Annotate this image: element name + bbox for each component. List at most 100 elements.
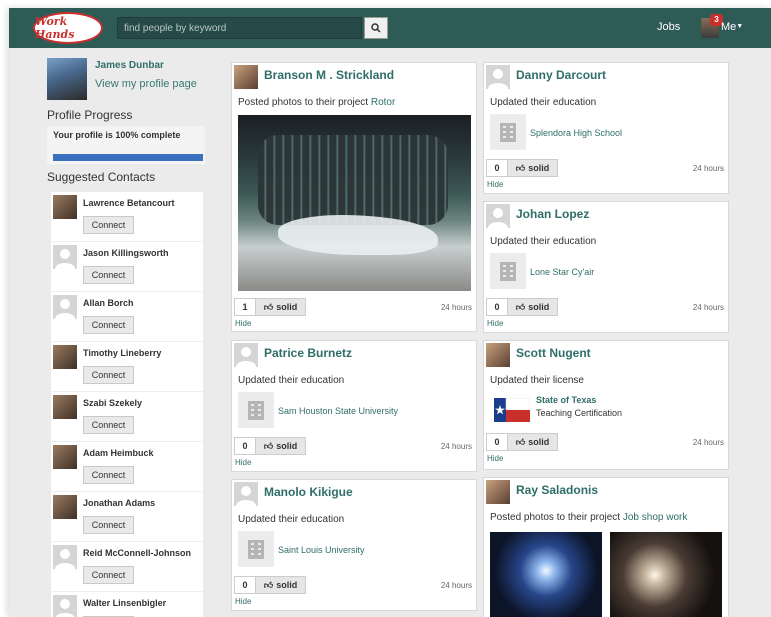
contact-name[interactable]: Jason Killingsworth <box>83 248 169 258</box>
contact-avatar[interactable] <box>53 545 77 569</box>
default-user-icon <box>55 599 75 617</box>
school-link[interactable]: Splendora High School <box>530 128 622 138</box>
app-frame: Work Hands Jobs 3 Me▼ James Dunbar View … <box>9 8 771 617</box>
suggested-contact: Adam Heimbuck Connect <box>51 442 203 492</box>
card-avatar[interactable] <box>234 343 258 367</box>
card-avatar[interactable] <box>234 65 258 89</box>
solid-button[interactable]: 👍︎ solid <box>255 299 305 315</box>
project-photo[interactable] <box>610 532 722 617</box>
card-action: Posted photos to their project Job shop … <box>490 512 687 523</box>
card-author[interactable]: Johan Lopez <box>516 207 589 221</box>
jobs-link[interactable]: Jobs <box>657 21 680 33</box>
search-input[interactable] <box>117 17 362 39</box>
top-navbar: Work Hands Jobs 3 Me▼ <box>9 8 771 48</box>
profile-name[interactable]: James Dunbar <box>95 60 164 71</box>
project-link[interactable]: Rotor <box>371 97 395 108</box>
contact-name[interactable]: Allan Borch <box>83 298 134 308</box>
view-profile-link[interactable]: View my profile page <box>95 78 197 90</box>
logo-text: Work Hands <box>35 15 75 41</box>
card-avatar[interactable] <box>234 482 258 506</box>
profile-progress-title: Profile Progress <box>47 108 133 122</box>
solid-button[interactable]: 👍︎ solid <box>507 299 557 315</box>
default-user-icon <box>55 299 75 319</box>
contact-name[interactable]: Walter Linsenbigler <box>83 598 166 608</box>
card-avatar[interactable] <box>486 204 510 228</box>
card-author[interactable]: Ray Saladonis <box>516 483 598 497</box>
progress-track <box>53 154 203 161</box>
hide-link[interactable]: Hide <box>235 458 251 467</box>
contact-avatar[interactable] <box>53 395 77 419</box>
connect-button[interactable]: Connect <box>83 366 134 384</box>
solid-count: 1 <box>235 299 255 315</box>
card-action: Updated their license <box>490 375 584 386</box>
contact-avatar[interactable] <box>53 595 77 617</box>
profile-photo[interactable] <box>47 58 87 100</box>
contact-avatar[interactable] <box>53 495 77 519</box>
card-avatar[interactable] <box>486 343 510 367</box>
contact-name[interactable]: Jonathan Adams <box>83 498 155 508</box>
solid-label: solid <box>528 302 550 312</box>
project-photo[interactable] <box>490 532 602 617</box>
connect-button[interactable]: Connect <box>83 466 134 484</box>
license-issuer-link[interactable]: State of Texas <box>536 395 596 405</box>
project-link[interactable]: Job shop work <box>623 512 687 523</box>
search-button[interactable] <box>364 17 388 39</box>
connect-button[interactable]: Connect <box>83 416 134 434</box>
contact-avatar[interactable] <box>53 195 77 219</box>
hide-link[interactable]: Hide <box>235 597 251 606</box>
contact-avatar[interactable] <box>53 445 77 469</box>
default-user-icon <box>488 69 508 89</box>
school-building-icon <box>238 392 274 428</box>
suggested-contact: Walter LinsenbiglerConnect <box>51 592 203 617</box>
solid-count: 0 <box>487 299 507 315</box>
hide-link[interactable]: Hide <box>235 319 251 328</box>
solid-vote: 0 👍︎ solid <box>234 437 306 455</box>
connect-button[interactable]: Connect <box>83 216 134 234</box>
card-avatar[interactable] <box>486 65 510 89</box>
timestamp: 24 hours <box>692 303 724 312</box>
school-link[interactable]: Saint Louis University <box>278 545 365 555</box>
connect-button[interactable]: Connect <box>83 566 134 584</box>
solid-vote: 1 👍︎ solid <box>234 298 306 316</box>
contact-name[interactable]: Lawrence Betancourt <box>83 198 175 208</box>
card-avatar[interactable] <box>486 480 510 504</box>
me-menu[interactable]: Me▼ <box>721 21 743 33</box>
contact-name[interactable]: Szabi Szekely <box>83 398 142 408</box>
connect-button[interactable]: Connect <box>83 316 134 334</box>
suggested-contact: Szabi Szekely Connect <box>51 392 203 442</box>
suggested-contact: Reid McConnell-Johnson Connect <box>51 542 203 592</box>
solid-button[interactable]: 👍︎ solid <box>507 160 557 176</box>
contact-avatar[interactable] <box>53 245 77 269</box>
school-building-icon <box>490 253 526 289</box>
contact-name[interactable]: Adam Heimbuck <box>83 448 154 458</box>
school-link[interactable]: Lone Star Cy'air <box>530 267 594 277</box>
card-author[interactable]: Patrice Burnetz <box>264 346 352 360</box>
card-author[interactable]: Scott Nugent <box>516 346 591 360</box>
feed-card: Johan Lopez Updated their education Lone… <box>483 201 729 333</box>
connect-button[interactable]: Connect <box>83 516 134 534</box>
hide-link[interactable]: Hide <box>487 180 503 189</box>
logo[interactable]: Work Hands <box>33 12 103 44</box>
solid-vote: 0 👍︎ solid <box>486 433 558 451</box>
solid-button[interactable]: 👍︎ solid <box>507 434 557 450</box>
contact-name[interactable]: Reid McConnell-Johnson <box>83 548 191 558</box>
card-author[interactable]: Branson M . Strickland <box>264 68 394 82</box>
solid-button[interactable]: 👍︎ solid <box>255 438 305 454</box>
solid-vote: 0 👍︎ solid <box>486 159 558 177</box>
feed-card: Branson M . Strickland Posted photos to … <box>231 62 477 332</box>
card-author[interactable]: Danny Darcourt <box>516 68 606 82</box>
contact-avatar[interactable] <box>53 295 77 319</box>
card-author[interactable]: Manolo Kikigue <box>264 485 353 499</box>
school-link[interactable]: Sam Houston State University <box>278 406 398 416</box>
connect-button[interactable]: Connect <box>83 266 134 284</box>
project-photo[interactable] <box>238 115 471 291</box>
feed-card: Ray Saladonis Posted photos to their pro… <box>483 477 729 617</box>
solid-button[interactable]: 👍︎ solid <box>255 577 305 593</box>
license-type: Teaching Certification <box>536 408 623 418</box>
school-building-icon <box>238 531 274 567</box>
timestamp: 24 hours <box>440 442 472 451</box>
contact-avatar[interactable] <box>53 345 77 369</box>
contact-name[interactable]: Timothy Lineberry <box>83 348 161 358</box>
hide-link[interactable]: Hide <box>487 454 503 463</box>
hide-link[interactable]: Hide <box>487 319 503 328</box>
